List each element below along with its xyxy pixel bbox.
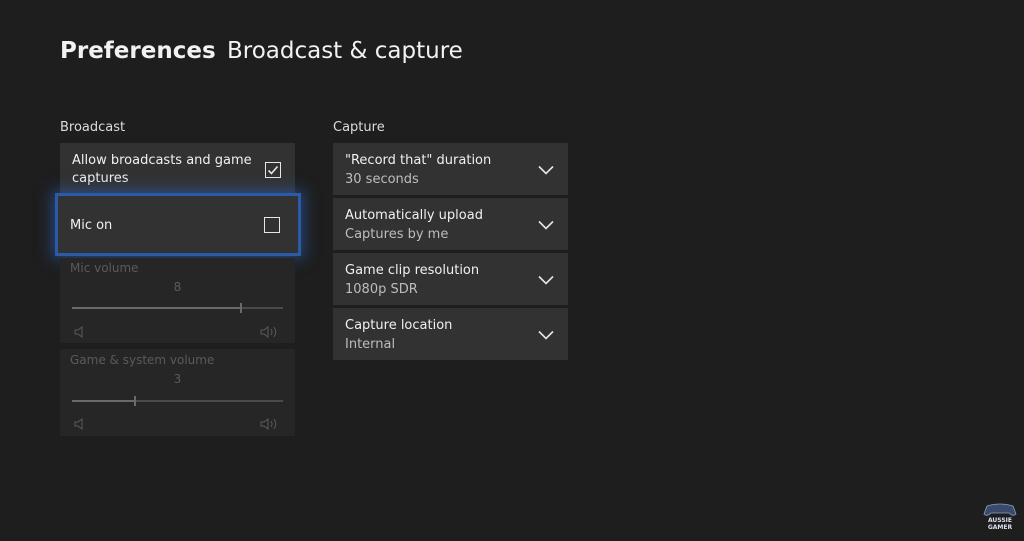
- volume-low-icon: [74, 418, 83, 430]
- record-duration-value: 30 seconds: [345, 172, 419, 187]
- channel-watermark-logo: AUSSIE GAMER: [982, 499, 1018, 535]
- mic-volume-thumb: [239, 303, 242, 313]
- mic-volume-slider: Mic volume 8: [60, 258, 295, 343]
- allow-broadcasts-checkbox[interactable]: [265, 162, 281, 178]
- mic-volume-value: 8: [173, 280, 182, 294]
- checkmark-icon: [267, 165, 279, 175]
- allow-broadcasts-toggle[interactable]: Allow broadcasts and game captures: [60, 143, 295, 195]
- game-volume-track: [72, 400, 283, 402]
- game-volume-thumb: [134, 396, 137, 406]
- chevron-down-icon: [538, 330, 554, 340]
- clip-resolution-label: Game clip resolution: [345, 263, 480, 278]
- chevron-down-icon: [538, 165, 554, 175]
- mic-volume-fill: [72, 307, 241, 309]
- page-title-secondary: Broadcast & capture: [226, 38, 463, 64]
- auto-upload-label: Automatically upload: [345, 208, 483, 223]
- record-duration-dropdown[interactable]: "Record that" duration 30 seconds: [333, 143, 568, 195]
- capture-section-label: Capture: [333, 120, 385, 135]
- volume-high-icon: [260, 326, 277, 338]
- capture-location-value: Internal: [345, 337, 396, 352]
- gamepad-icon: [983, 503, 1017, 516]
- chevron-down-icon: [538, 220, 554, 230]
- auto-upload-value: Captures by me: [345, 227, 449, 242]
- volume-low-icon: [74, 326, 83, 338]
- mic-volume-track: [72, 307, 283, 309]
- mic-on-label: Mic on: [70, 218, 113, 233]
- broadcast-section-label: Broadcast: [60, 120, 126, 135]
- watermark-line2: GAMER: [987, 524, 1013, 531]
- record-duration-label: "Record that" duration: [345, 153, 492, 168]
- watermark-line1: AUSSIE: [987, 517, 1013, 524]
- clip-resolution-value: 1080p SDR: [345, 282, 418, 297]
- mic-on-toggle[interactable]: Mic on: [55, 193, 301, 256]
- capture-location-dropdown[interactable]: Capture location Internal: [333, 308, 568, 360]
- mic-on-checkbox[interactable]: [264, 217, 280, 233]
- game-volume-label: Game & system volume: [70, 353, 215, 367]
- chevron-down-icon: [538, 275, 554, 285]
- mic-volume-label: Mic volume: [70, 261, 139, 275]
- clip-resolution-dropdown[interactable]: Game clip resolution 1080p SDR: [333, 253, 568, 305]
- game-volume-value: 3: [173, 372, 182, 386]
- game-volume-fill: [72, 400, 136, 402]
- page-title-primary: Preferences: [60, 38, 216, 64]
- allow-broadcasts-label: Allow broadcasts and game captures: [72, 153, 252, 186]
- capture-location-label: Capture location: [345, 318, 453, 333]
- volume-high-icon: [260, 418, 277, 430]
- page-title: Preferences Broadcast & capture: [60, 38, 463, 64]
- game-volume-slider: Game & system volume 3: [60, 349, 295, 436]
- auto-upload-dropdown[interactable]: Automatically upload Captures by me: [333, 198, 568, 250]
